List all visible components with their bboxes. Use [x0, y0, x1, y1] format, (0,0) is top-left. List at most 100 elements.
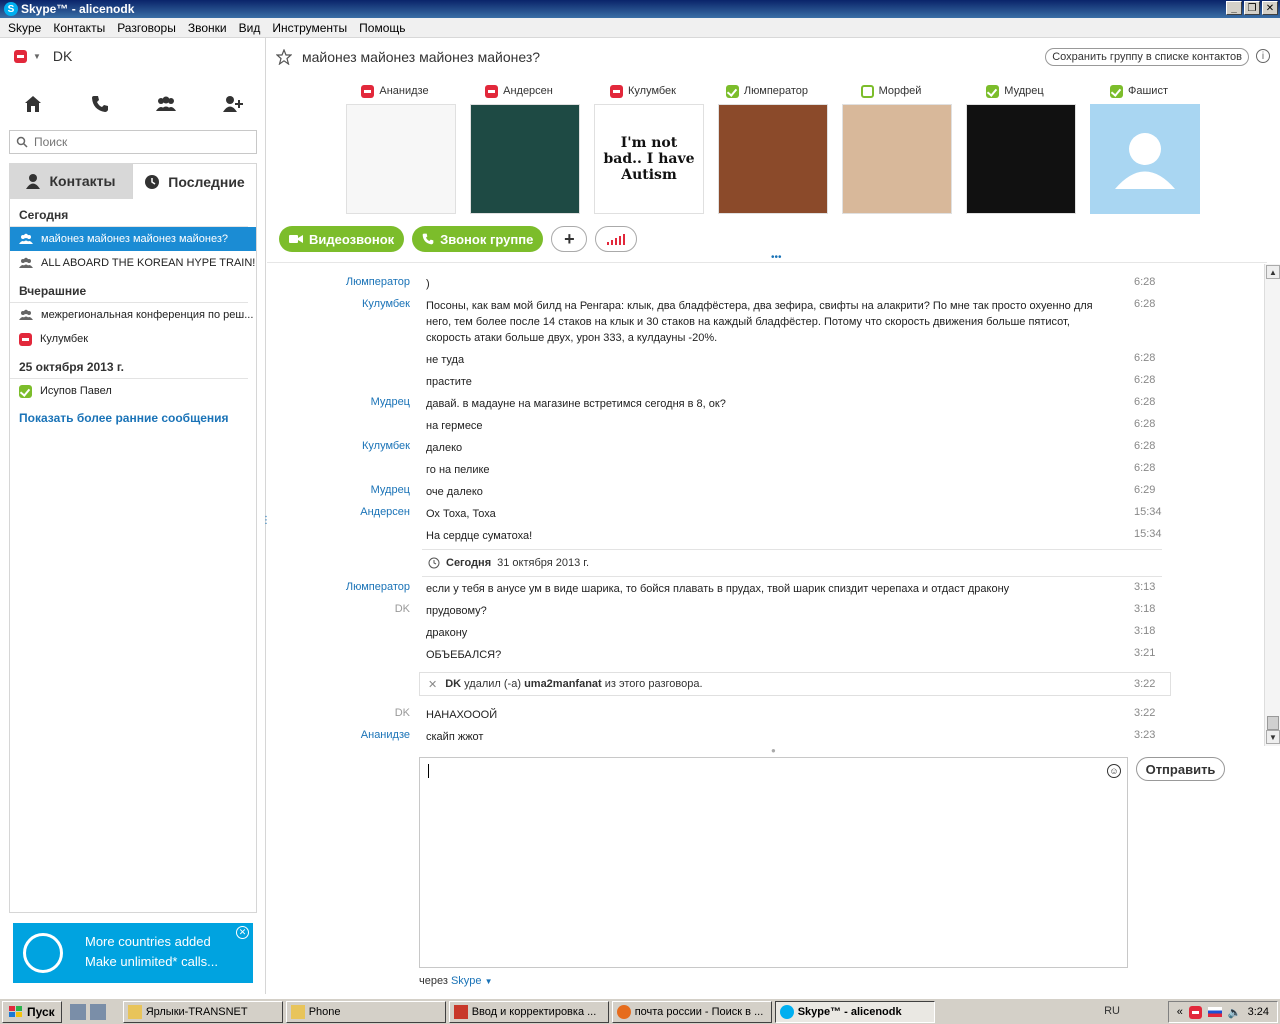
- via-brand[interactable]: Skype: [451, 975, 482, 987]
- start-button[interactable]: Пуск: [2, 1000, 62, 1023]
- quick-launch-icon[interactable]: [69, 1003, 86, 1020]
- tab-recent-label: Последние: [168, 173, 245, 190]
- scroll-thumb[interactable]: [1267, 716, 1279, 730]
- taskbar-button[interactable]: Ввод и корректировка ...: [448, 1000, 609, 1023]
- message-text: если у тебя в анусе ум в виде шарика, то…: [426, 583, 1010, 595]
- scroll-down-arrow[interactable]: ▼: [1266, 730, 1280, 744]
- participant[interactable]: Ананидзе: [340, 82, 456, 214]
- minimize-button[interactable]: _: [1226, 1, 1242, 15]
- message-author[interactable]: Андерсен: [290, 506, 410, 518]
- clock[interactable]: 3:24: [1248, 1006, 1269, 1018]
- menu-view[interactable]: Вид: [233, 21, 267, 35]
- tab-recent[interactable]: Последние: [132, 163, 257, 199]
- user-name[interactable]: DK: [53, 48, 72, 64]
- menu-conversations[interactable]: Разговоры: [111, 21, 182, 35]
- taskbar-button[interactable]: Ярлыки-TRANSNET: [122, 1000, 283, 1023]
- recent-item[interactable]: межрегиональная конференция по реш...: [10, 303, 256, 327]
- menu-calls[interactable]: Звонки: [182, 21, 233, 35]
- add-contact-icon[interactable]: [218, 89, 248, 119]
- close-button[interactable]: ✕: [1262, 1, 1278, 15]
- user-profile[interactable]: ▼ DK: [14, 48, 72, 64]
- phone-icon[interactable]: [85, 89, 115, 119]
- video-call-label: Видеозвонок: [309, 231, 395, 247]
- section-today: Сегодня: [10, 199, 248, 227]
- menu-tools[interactable]: Инструменты: [266, 21, 353, 35]
- add-participant-button[interactable]: +: [551, 226, 588, 252]
- avatar[interactable]: [966, 104, 1076, 214]
- home-icon[interactable]: [18, 89, 48, 119]
- participant-name-row: Фашист: [1084, 82, 1194, 100]
- search-input[interactable]: [34, 135, 234, 149]
- call-quality-button[interactable]: [595, 226, 638, 252]
- participant-name: Мудрец: [1004, 85, 1044, 97]
- maximize-button[interactable]: ❐: [1244, 1, 1260, 15]
- participant[interactable]: Мудрец: [960, 82, 1076, 214]
- info-icon[interactable]: i: [1256, 49, 1270, 63]
- message-author[interactable]: Кулумбек: [290, 298, 410, 310]
- menu-skype[interactable]: Skype: [2, 21, 47, 35]
- taskbar-button[interactable]: Phone: [285, 1000, 446, 1023]
- message-author[interactable]: DK: [290, 707, 410, 719]
- message-author[interactable]: Кулумбек: [290, 440, 410, 452]
- chevron-down-icon[interactable]: ▼: [33, 52, 41, 61]
- recent-item[interactable]: ALL ABOARD THE KOREAN HYPE TRAIN!: [10, 251, 256, 275]
- participant[interactable]: Люмператор: [712, 82, 828, 214]
- search-box[interactable]: [9, 130, 257, 154]
- person-icon: [26, 174, 41, 189]
- conversation-header: майонез майонез майонез майонез? Сохрани…: [276, 40, 1276, 74]
- volume-icon[interactable]: 🔈: [1228, 1006, 1242, 1019]
- avatar[interactable]: [842, 104, 952, 214]
- contacts-group-icon[interactable]: [151, 89, 181, 119]
- message-author[interactable]: Ананидзе: [290, 729, 410, 741]
- avatar[interactable]: I'm not bad.. I have Autism: [594, 104, 704, 214]
- video-call-button[interactable]: Видеозвонок: [279, 226, 405, 252]
- message-scrollbar[interactable]: ▲ ▼: [1264, 264, 1280, 746]
- taskbar-button[interactable]: почта россии - Поиск в ...: [611, 1000, 772, 1023]
- send-button[interactable]: Отправить: [1136, 757, 1225, 781]
- recent-item[interactable]: Исупов Павел: [10, 379, 256, 403]
- via-skype[interactable]: через Skype ▼: [419, 975, 493, 987]
- participant[interactable]: Кулумбек I'm not bad.. I have Autism: [588, 82, 704, 214]
- phone-icon: [422, 233, 434, 245]
- group-call-button[interactable]: Звонок группе: [412, 226, 544, 252]
- message-time: 15:34: [1134, 528, 1162, 540]
- emoticon-icon[interactable]: ☺: [1107, 764, 1121, 778]
- show-desktop-icon[interactable]: [89, 1003, 106, 1020]
- avatar[interactable]: [718, 104, 828, 214]
- tray-expand-icon[interactable]: «: [1177, 1006, 1183, 1018]
- participant[interactable]: Морфей: [836, 82, 952, 214]
- avatar[interactable]: [470, 104, 580, 214]
- message-author[interactable]: DK: [290, 603, 410, 615]
- language-indicator[interactable]: RU: [1104, 1005, 1120, 1017]
- flag-icon[interactable]: [1207, 1007, 1222, 1017]
- menu-contacts[interactable]: Контакты: [47, 21, 111, 35]
- message-author[interactable]: Мудрец: [290, 396, 410, 408]
- message-author[interactable]: Люмператор: [290, 276, 410, 288]
- show-earlier-link[interactable]: Показать более ранние сообщения: [10, 403, 256, 433]
- resize-handle[interactable]: ●: [771, 746, 776, 755]
- ad-banner[interactable]: More countries added Make unlimited* cal…: [13, 923, 253, 983]
- avatar[interactable]: [346, 104, 456, 214]
- message-input[interactable]: ☺: [419, 757, 1128, 968]
- message-author[interactable]: Люмператор: [290, 581, 410, 593]
- tab-contacts[interactable]: Контакты: [9, 163, 132, 199]
- save-group-button[interactable]: Сохранить группу в списке контактов: [1045, 48, 1249, 66]
- participant[interactable]: Фашист: [1084, 82, 1200, 214]
- taskbar-button-skype[interactable]: Skype™ - alicenodk: [774, 1000, 935, 1023]
- avatar[interactable]: [1090, 104, 1200, 214]
- message-author[interactable]: Мудрец: [290, 484, 410, 496]
- status-dnd-icon[interactable]: [14, 49, 27, 63]
- recent-item-selected[interactable]: майонез майонез майонез майонез?: [10, 227, 256, 251]
- chevron-down-icon[interactable]: ▼: [485, 977, 493, 986]
- recent-item[interactable]: Кулумбек: [10, 327, 256, 351]
- message-time: 3:18: [1134, 603, 1156, 615]
- scroll-up-arrow[interactable]: ▲: [1266, 265, 1280, 279]
- close-icon[interactable]: ✕: [236, 926, 249, 939]
- status-dnd-icon: [19, 332, 32, 346]
- participant[interactable]: Андерсен: [464, 82, 580, 214]
- star-icon[interactable]: [276, 49, 292, 65]
- message-text: Посоны, как вам мой билд на Ренгара: клы…: [426, 300, 1093, 344]
- menu-help[interactable]: Помощь: [353, 21, 411, 35]
- day-separator-bold: Сегодня: [446, 557, 492, 569]
- skype-tray-icon[interactable]: [1188, 1005, 1202, 1019]
